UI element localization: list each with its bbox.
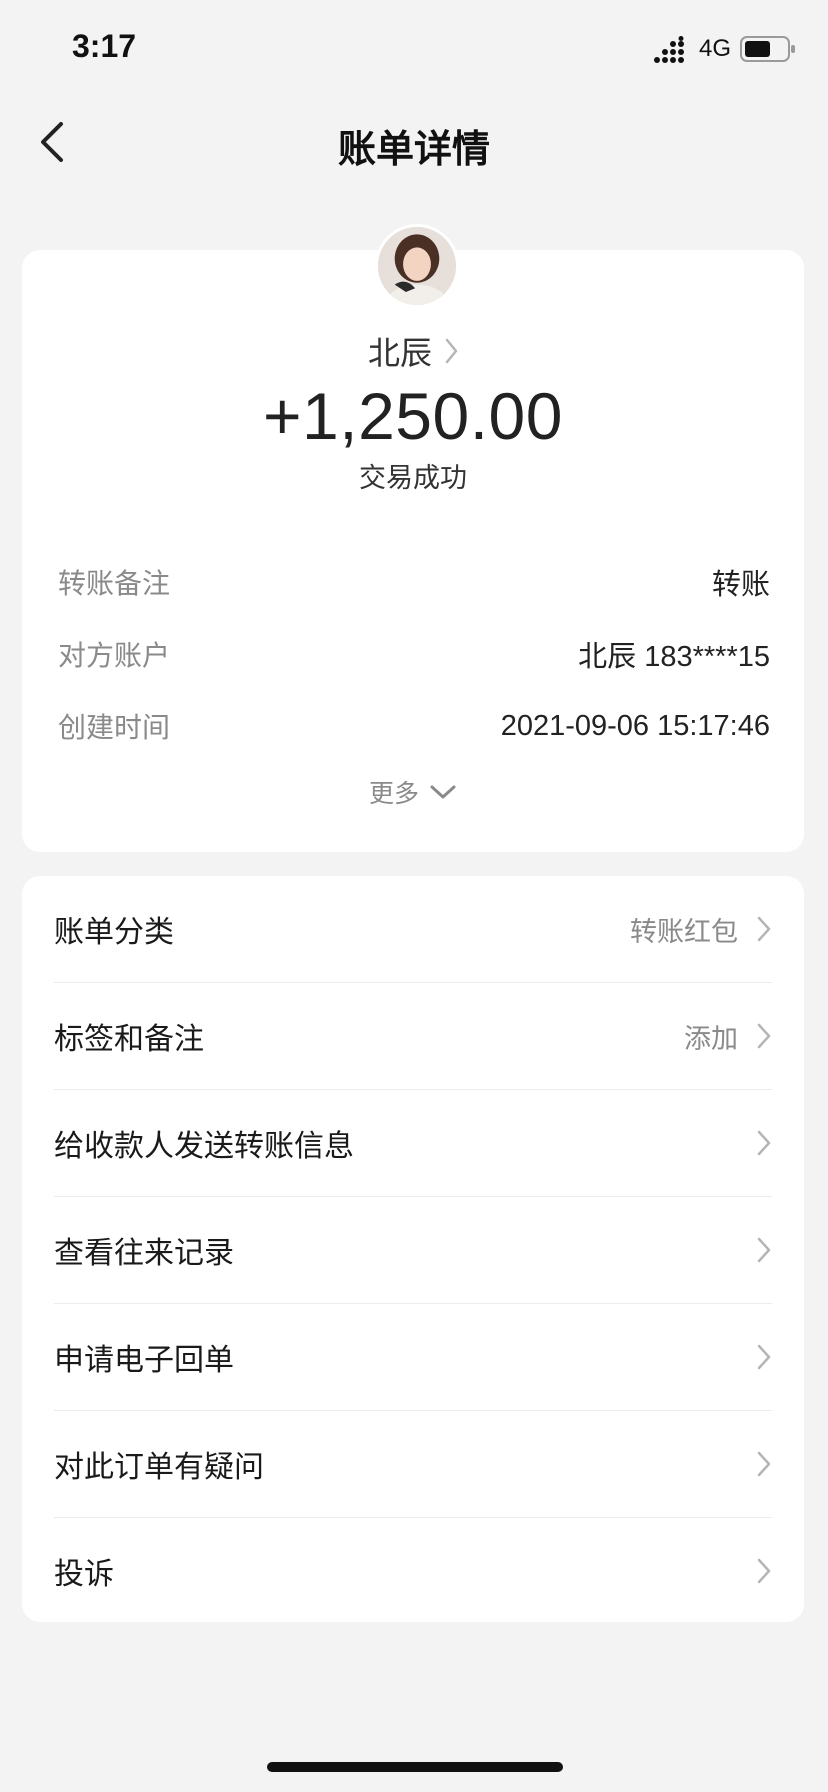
detail-row-remark: 转账备注 转账 (58, 562, 770, 602)
menu-item-send-transfer-info[interactable]: 给收款人发送转账信息 (54, 1090, 772, 1197)
menu-item-order-question[interactable]: 对此订单有疑问 (54, 1411, 772, 1518)
chevron-right-icon (757, 1558, 771, 1584)
detail-row-account: 对方账户 北辰 183****15 (58, 634, 770, 674)
menu-item-label: 查看往来记录 (54, 1236, 234, 1271)
more-toggle[interactable]: 更多 (22, 774, 804, 810)
menu-item-bill-category[interactable]: 账单分类 转账红包 (54, 876, 772, 983)
page-title: 账单详情 (337, 127, 490, 171)
chevron-right-icon (757, 1344, 771, 1370)
chevron-right-icon (757, 1237, 771, 1263)
menu-item-label: 对此订单有疑问 (54, 1450, 264, 1485)
menu-item-label: 标签和备注 (54, 1022, 204, 1057)
menu-item-value: 添加 (684, 1023, 738, 1055)
summary-card: 北辰 +1,250.00 交易成功 转账备注 转账 对方账户 北辰 183***… (22, 250, 804, 852)
status-bar: 3:17 4G (0, 0, 828, 100)
menu-item-value: 转账红包 (630, 916, 738, 948)
transaction-status: 交易成功 (359, 463, 467, 494)
status-time: 3:17 (72, 28, 137, 64)
menu-item-complaint[interactable]: 投诉 (54, 1518, 772, 1624)
detail-value: 2021-09-06 15:17:46 (500, 709, 770, 742)
menu-item-view-history[interactable]: 查看往来记录 (54, 1197, 772, 1304)
more-label: 更多 (368, 779, 419, 808)
detail-label: 创建时间 (58, 711, 171, 744)
network-label: 4G (699, 35, 732, 62)
signal-icon (654, 36, 684, 63)
menu-item-label: 投诉 (54, 1557, 114, 1592)
chevron-right-icon (757, 1130, 771, 1156)
payer-avatar[interactable] (375, 224, 459, 308)
chevron-right-icon (757, 1451, 771, 1477)
chevron-right-icon (757, 916, 771, 942)
menu-item-e-receipt[interactable]: 申请电子回单 (54, 1304, 772, 1411)
battery-icon (740, 36, 795, 62)
chevron-right-icon (757, 1023, 771, 1049)
detail-row-time: 创建时间 2021-09-06 15:17:46 (58, 706, 770, 746)
nav-bar: 账单详情 (0, 100, 828, 184)
avatar-image (378, 227, 456, 305)
home-indicator (267, 1762, 563, 1772)
chevron-down-icon (430, 785, 456, 799)
payer-name: 北辰 (367, 334, 432, 372)
detail-label: 转账备注 (58, 567, 171, 600)
transaction-amount: +1,250.00 (263, 379, 563, 453)
menu-item-label: 账单分类 (54, 915, 174, 950)
menu-item-label: 给收款人发送转账信息 (54, 1129, 354, 1164)
payer-link[interactable]: 北辰 (22, 328, 804, 374)
chevron-right-icon (445, 338, 458, 364)
menu-item-tags-notes[interactable]: 标签和备注 添加 (54, 983, 772, 1090)
detail-value: 北辰 183****15 (578, 641, 770, 673)
detail-label: 对方账户 (58, 639, 171, 672)
menu-card: 账单分类 转账红包 标签和备注 添加 给收款人发送转账信息 查看往来记录 申请电… (22, 876, 804, 1622)
detail-value: 转账 (711, 569, 770, 601)
menu-item-label: 申请电子回单 (54, 1343, 234, 1378)
